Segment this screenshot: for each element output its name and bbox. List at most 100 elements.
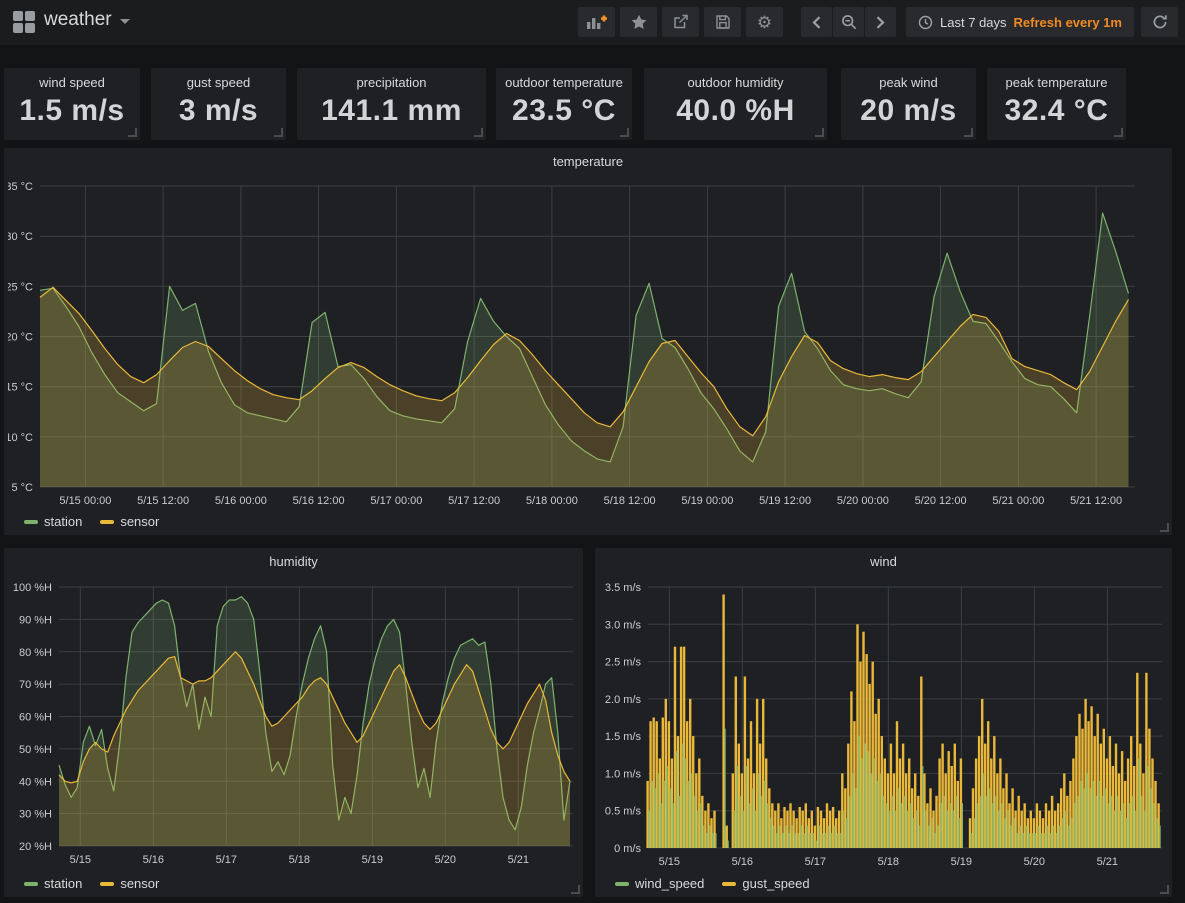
resize-handle[interactable]	[571, 885, 580, 894]
stat-panel-peak-temperature: peak temperature 32.4 °C	[987, 68, 1126, 140]
stat-title[interactable]: outdoor temperature	[496, 75, 632, 90]
sensor-swatch	[100, 520, 114, 524]
svg-text:90 %H: 90 %H	[19, 614, 52, 626]
svg-text:3.0 m/s: 3.0 m/s	[605, 619, 642, 631]
resize-handle[interactable]	[128, 128, 137, 137]
legend-item-gust-speed[interactable]: gust_speed	[722, 876, 809, 891]
grafana-logo-icon[interactable]	[13, 11, 35, 33]
resize-handle[interactable]	[620, 128, 629, 137]
stat-title[interactable]: peak wind	[841, 75, 976, 90]
resize-handle[interactable]	[1114, 128, 1123, 137]
stat-title[interactable]: peak temperature	[987, 75, 1126, 90]
save-button[interactable]	[704, 7, 741, 37]
stat-value: 23.5 °C	[496, 94, 632, 128]
svg-text:5/21 12:00: 5/21 12:00	[1070, 495, 1122, 507]
legend-label: sensor	[120, 876, 159, 891]
stat-value: 40.0 %H	[644, 94, 827, 128]
svg-text:0.5 m/s: 0.5 m/s	[605, 806, 642, 818]
stat-title[interactable]: outdoor humidity	[644, 75, 827, 90]
time-forward-button[interactable]	[865, 7, 896, 37]
wind-legend: wind_speed gust_speed	[595, 872, 1172, 891]
svg-text:5/20 00:00: 5/20 00:00	[837, 495, 889, 507]
stat-value: 32.4 °C	[987, 94, 1126, 128]
svg-text:30 °C: 30 °C	[8, 231, 33, 243]
legend-item-station[interactable]: station	[24, 514, 82, 529]
caret-down-icon	[120, 19, 130, 24]
add-panel-button[interactable]	[578, 7, 615, 37]
svg-text:5/18: 5/18	[289, 854, 310, 866]
temperature-legend: station sensor	[4, 510, 1172, 529]
legend-item-sensor[interactable]: sensor	[100, 514, 159, 529]
svg-text:5/16: 5/16	[732, 856, 753, 868]
stat-title[interactable]: wind speed	[4, 75, 140, 90]
humidity-chart[interactable]: 20 %H30 %H40 %H50 %H60 %H70 %H80 %H90 %H…	[8, 574, 579, 872]
legend-item-station[interactable]: station	[24, 876, 82, 891]
svg-text:5/18: 5/18	[878, 856, 899, 868]
stat-panel-outdoor-humidity: outdoor humidity 40.0 %H	[644, 68, 827, 140]
svg-text:25 °C: 25 °C	[8, 281, 33, 293]
stat-value: 20 m/s	[841, 94, 976, 128]
stat-value: 1.5 m/s	[4, 94, 140, 128]
svg-text:0 m/s: 0 m/s	[614, 843, 641, 855]
stat-title[interactable]: gust speed	[151, 75, 286, 90]
star-button[interactable]	[620, 7, 657, 37]
time-picker[interactable]: Last 7 days Refresh every 1m	[906, 7, 1134, 37]
svg-text:30 %H: 30 %H	[19, 809, 52, 821]
navbar: weather	[0, 0, 1185, 45]
temperature-chart[interactable]: 5 °C10 °C15 °C20 °C25 °C30 °C35 °C5/15 0…	[8, 174, 1168, 510]
svg-text:5/18 00:00: 5/18 00:00	[526, 495, 578, 507]
star-icon	[631, 14, 647, 30]
svg-text:5/19: 5/19	[362, 854, 383, 866]
legend-label: gust_speed	[742, 876, 809, 891]
svg-text:5/18 12:00: 5/18 12:00	[604, 495, 656, 507]
svg-text:5/19 00:00: 5/19 00:00	[681, 495, 733, 507]
wind-panel: wind 0 m/s 0.5 m/s 1.0 m/s 1.5 m/s 2.0 m/s 2.…	[595, 548, 1172, 897]
wind-chart[interactable]: 0 m/s 0.5 m/s 1.0 m/s 1.5 m/s 2.0 m/s 2.5 m/s…	[599, 574, 1168, 872]
svg-text:2.5 m/s: 2.5 m/s	[605, 657, 642, 669]
sensor-swatch	[100, 882, 114, 886]
svg-text:15 °C: 15 °C	[8, 382, 33, 394]
stat-panel-wind-speed: wind speed 1.5 m/s	[4, 68, 140, 140]
svg-text:1.5 m/s: 1.5 m/s	[605, 731, 642, 743]
dashboard-title-menu[interactable]: weather	[44, 9, 130, 31]
svg-text:1.0 m/s: 1.0 m/s	[605, 768, 642, 780]
resize-handle[interactable]	[1160, 523, 1169, 532]
settings-button[interactable]: ⚙	[746, 7, 783, 37]
svg-text:10 °C: 10 °C	[8, 432, 33, 444]
resize-handle[interactable]	[964, 128, 973, 137]
resize-handle[interactable]	[474, 128, 483, 137]
svg-text:20 °C: 20 °C	[8, 332, 33, 344]
stat-title[interactable]: precipitation	[297, 75, 486, 90]
legend-item-sensor[interactable]: sensor	[100, 876, 159, 891]
resize-handle[interactable]	[274, 128, 283, 137]
humidity-legend: station sensor	[4, 872, 583, 891]
wind-panel-title[interactable]: wind	[595, 548, 1172, 574]
share-icon	[672, 14, 689, 30]
temperature-panel: temperature 5 °C 10 °C 15 °C 20 °C 25 °C 30 °…	[4, 148, 1172, 535]
zoom-out-button[interactable]	[833, 7, 864, 37]
chevron-left-icon	[812, 16, 821, 29]
temperature-panel-title[interactable]: temperature	[4, 148, 1172, 174]
svg-text:80 %H: 80 %H	[19, 647, 52, 659]
time-range-label: Last 7 days	[940, 15, 1007, 30]
refresh-icon	[1152, 14, 1168, 30]
svg-text:5/20 12:00: 5/20 12:00	[915, 495, 967, 507]
svg-text:2.0 m/s: 2.0 m/s	[605, 694, 642, 706]
share-button[interactable]	[662, 7, 699, 37]
legend-label: station	[44, 514, 82, 529]
save-icon	[715, 14, 731, 30]
resize-handle[interactable]	[1160, 885, 1169, 894]
legend-label: station	[44, 876, 82, 891]
svg-text:5/16 12:00: 5/16 12:00	[293, 495, 345, 507]
legend-item-wind-speed[interactable]: wind_speed	[615, 876, 704, 891]
humidity-panel-title[interactable]: humidity	[4, 548, 583, 574]
svg-text:35 °C: 35 °C	[8, 181, 33, 193]
resize-handle[interactable]	[815, 128, 824, 137]
svg-text:20 %H: 20 %H	[19, 841, 52, 853]
refresh-button[interactable]	[1141, 7, 1178, 37]
svg-text:5 °C: 5 °C	[11, 482, 33, 494]
svg-text:5/15: 5/15	[659, 856, 680, 868]
svg-text:5/21: 5/21	[1097, 856, 1118, 868]
time-back-button[interactable]	[801, 7, 832, 37]
legend-label: wind_speed	[635, 876, 704, 891]
